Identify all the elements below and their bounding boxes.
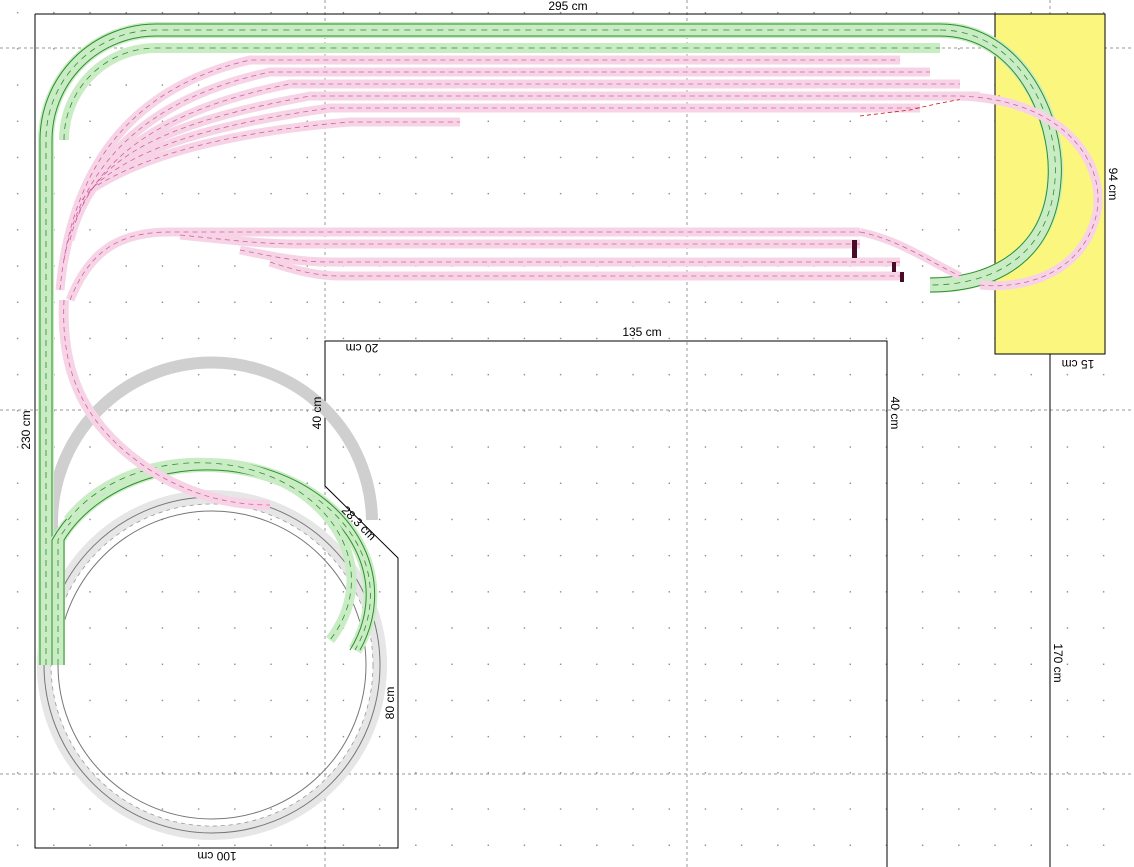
dim-bottom-width: 100 cm <box>197 849 236 863</box>
dim-lower-right-height: 80 cm <box>383 687 397 720</box>
dim-inner-width: 135 cm <box>622 325 661 339</box>
track-plan-canvas: 295 cm 230 cm 94 cm 15 cm 170 cm 135 cm … <box>0 0 1134 867</box>
dim-left-height: 230 cm <box>19 410 33 449</box>
dim-right-height: 170 cm <box>1051 643 1065 682</box>
dim-inner-right-height: 40 cm <box>888 397 902 430</box>
dim-yellow-width: 15 cm <box>1062 357 1095 371</box>
dim-yellow-height: 94 cm <box>1106 168 1120 201</box>
dim-top-width: 295 cm <box>548 0 587 13</box>
dim-inner-left-height: 40 cm <box>310 397 324 430</box>
dim-inner-notch: 20 cm <box>346 341 379 355</box>
